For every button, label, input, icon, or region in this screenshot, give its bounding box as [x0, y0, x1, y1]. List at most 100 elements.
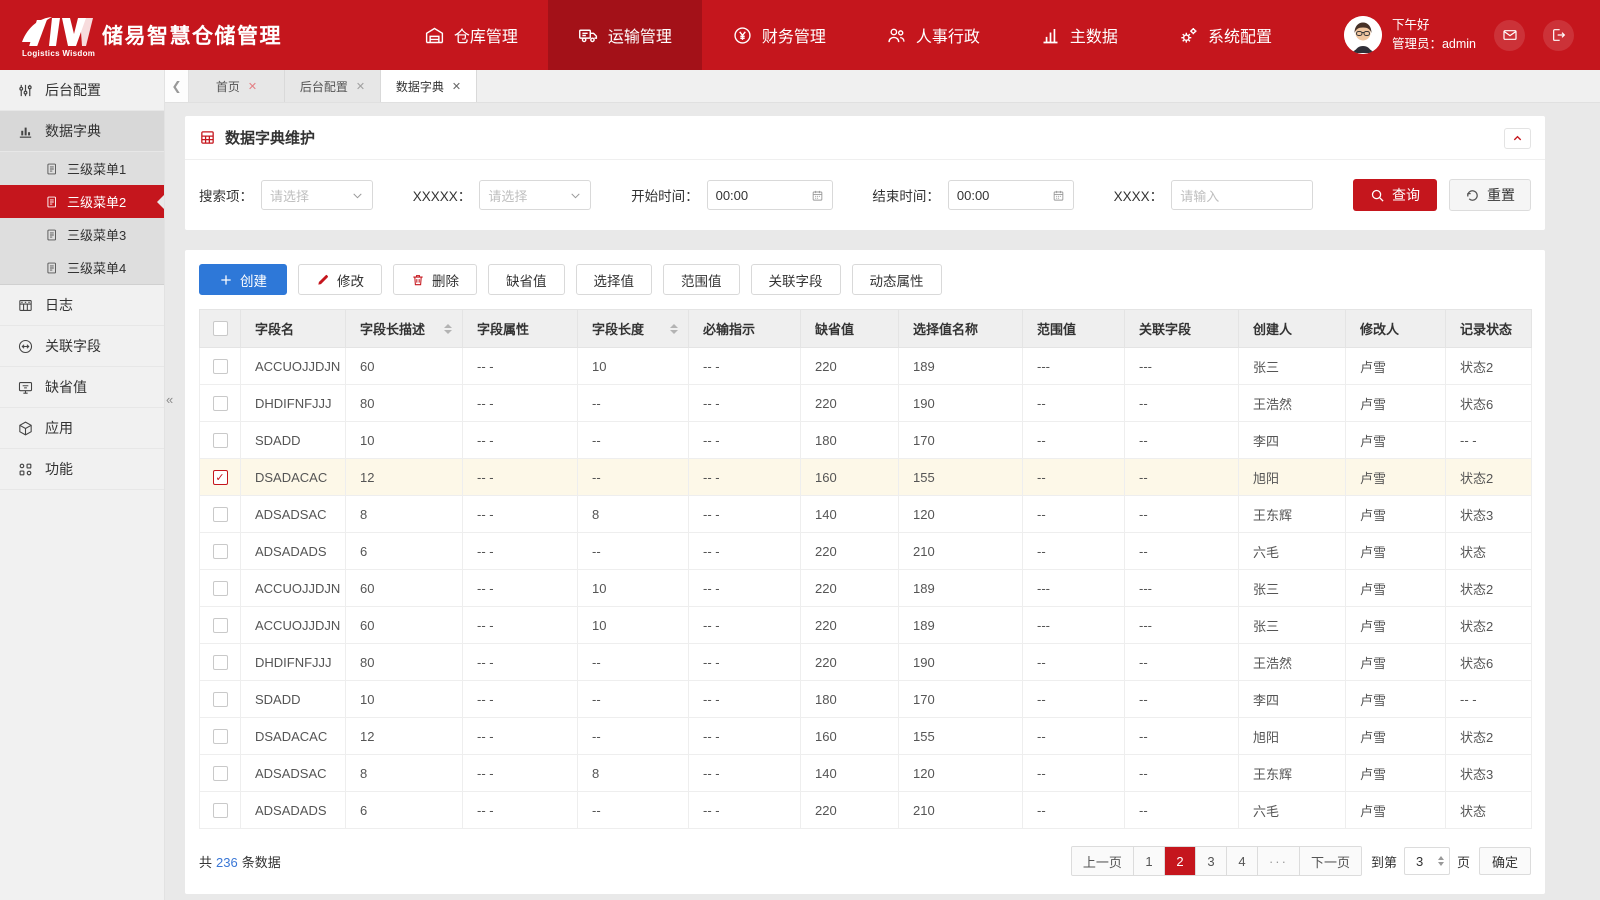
user-area: 下午好 管理员：admin	[1302, 16, 1600, 54]
reset-button[interactable]: 重置	[1448, 179, 1531, 211]
tab-close-icon[interactable]: ✕	[248, 80, 257, 93]
sidebar-item-6[interactable]: 应用	[0, 408, 164, 449]
query-button[interactable]: 查询	[1352, 179, 1437, 211]
page-number-4[interactable]: 4	[1225, 847, 1257, 875]
row-checkbox[interactable]	[212, 803, 228, 819]
toolbar-button-4[interactable]: 缺省值	[488, 264, 565, 295]
table-cell: DHDIFNFJJJ	[240, 384, 346, 422]
time-input[interactable]: 00:00	[947, 180, 1074, 210]
row-checkbox[interactable]	[212, 544, 228, 560]
column-header-5[interactable]: 字段长度	[577, 309, 689, 348]
nav-item-6[interactable]: 系统配置	[1148, 0, 1302, 70]
table-cell: 状态2	[1445, 347, 1532, 385]
sidebar-subitem-4[interactable]: 三级菜单4	[0, 251, 164, 284]
row-checkbox-cell	[199, 606, 241, 644]
toolbar-button-6[interactable]: 范围值	[663, 264, 740, 295]
toolbar-button-1[interactable]: 创建	[199, 264, 287, 295]
sidebar-subitem-1[interactable]: 三级菜单1	[0, 152, 164, 185]
table-row-6[interactable]: ADSADADS 6 -- - -- -- -220 210 -- -- 六毛 卢雪 状态	[199, 532, 1532, 570]
confirm-page-button[interactable]: 确定	[1478, 847, 1531, 875]
table-cell: -- -	[462, 643, 578, 681]
toolbar-button-2[interactable]: 修改	[298, 264, 382, 295]
table-row-3[interactable]: SDADD 10 -- - -- -- -180 170 -- -- 李四 卢雪 -- -	[199, 421, 1532, 459]
tab-2[interactable]: 后台配置 ✕	[285, 70, 381, 102]
sidebar-item-1[interactable]: 后台配置	[0, 70, 164, 111]
row-checkbox[interactable]	[212, 618, 228, 634]
sidebar-item-4[interactable]: 关联字段	[0, 326, 164, 367]
column-label: 字段属性	[477, 322, 530, 337]
sidebar-subitem-3[interactable]: 三级菜单3	[0, 218, 164, 251]
time-input[interactable]: 00:00	[706, 180, 833, 210]
panel-collapse-button[interactable]	[1504, 128, 1531, 149]
nav-item-5[interactable]: 主数据	[1010, 0, 1148, 70]
table-row-7[interactable]: ACCUOJJDJN 60 -- -10 -- -220 189 --- --- 张三 卢雪 状态…	[199, 569, 1532, 607]
table-row-2[interactable]: DHDIFNFJJJ 80 -- - -- -- -220 190 -- -- 王浩然 卢雪 状态6	[199, 384, 1532, 422]
page-number-1[interactable]: 1	[1132, 847, 1164, 875]
nav-item-4[interactable]: 人事行政	[856, 0, 1010, 70]
prev-page-button[interactable]: 上一页	[1071, 847, 1133, 875]
table-row-9[interactable]: DHDIFNFJJJ 80 -- - -- -- -220 190 -- -- 王浩然 卢雪 状态6	[199, 643, 1532, 681]
nav-item-2[interactable]: 运输管理	[547, 0, 702, 70]
table-row-13[interactable]: ADSADADS 6 -- - -- -- -220 210 -- -- 六毛 卢雪 状态	[199, 791, 1532, 829]
page-number-2[interactable]: 2	[1163, 847, 1195, 875]
table-row-8[interactable]: ACCUOJJDJN 60 -- -10 -- -220 189 --- --- 张三 卢雪 状态…	[199, 606, 1532, 644]
select-all-checkbox[interactable]	[212, 321, 228, 336]
sidebar-item-3[interactable]: 日志	[0, 285, 164, 326]
nav-item-3[interactable]: 财务管理	[702, 0, 856, 70]
row-checkbox[interactable]	[212, 507, 228, 523]
table-row-5[interactable]: ADSADSAC 8 -- -8 -- -140 120 -- -- 王东辉 卢雪 状态3	[199, 495, 1532, 533]
tab-close-icon[interactable]: ✕	[356, 80, 365, 93]
column-header-3[interactable]: 字段长描述	[345, 309, 463, 348]
page-number-3[interactable]: 3	[1194, 847, 1226, 875]
sidebar-subitem-2[interactable]: 三级菜单2	[0, 185, 164, 218]
tab-3[interactable]: 数据字典 ✕	[381, 70, 477, 102]
stepper-icon[interactable]	[1437, 856, 1444, 866]
tab-1[interactable]: 首页 ✕	[189, 70, 285, 102]
sort-icon[interactable]	[670, 323, 678, 334]
row-checkbox[interactable]	[212, 729, 228, 745]
nav-item-1[interactable]: 仓库管理	[394, 0, 548, 70]
row-checkbox[interactable]	[212, 433, 228, 449]
sidebar-collapse-handle[interactable]: «	[166, 392, 173, 407]
text-input[interactable]: 请输入	[1171, 180, 1314, 210]
sidebar-item-2[interactable]: 数据字典	[0, 111, 164, 152]
toolbar-button-7[interactable]: 关联字段	[750, 264, 841, 295]
table-cell: 220	[800, 791, 899, 829]
avatar[interactable]	[1343, 16, 1382, 54]
row-checkbox[interactable]	[212, 581, 228, 597]
toolbar-button-3[interactable]: 删除	[393, 264, 477, 295]
table-cell: DHDIFNFJJJ	[240, 643, 346, 681]
logout-icon[interactable]	[1543, 19, 1574, 51]
sort-icon[interactable]	[444, 323, 452, 334]
table-cell: --	[577, 643, 689, 681]
table-row-4[interactable]: ✓ DSADACAC 12 -- - -- -- -160 155 -- -- 旭阳 卢雪 状态2	[199, 458, 1532, 496]
goto-page-input[interactable]: 3	[1403, 847, 1450, 875]
sidebar-item-5[interactable]: 缺省值	[0, 367, 164, 408]
tab-scroll-left-icon[interactable]: ❮	[165, 70, 189, 102]
sidebar-item-7[interactable]: 功能	[0, 449, 164, 490]
table-cell: 190	[898, 384, 1023, 422]
mail-icon[interactable]	[1494, 19, 1525, 51]
row-checkbox[interactable]	[212, 359, 228, 375]
table-row-11[interactable]: DSADACAC 12 -- - -- -- -160 155 -- -- 旭阳 卢雪 状态2	[199, 717, 1532, 755]
table-row-12[interactable]: ADSADSAC 8 -- -8 -- -140 120 -- -- 王东辉 卢雪 状态3	[199, 754, 1532, 792]
filter-select[interactable]: 请选择	[261, 180, 373, 210]
row-checkbox[interactable]	[212, 396, 228, 412]
row-checkbox[interactable]	[212, 692, 228, 708]
doc-icon	[45, 228, 59, 242]
table-row-10[interactable]: SDADD 10 -- - -- -- -180 170 -- -- 李四 卢雪 -- -	[199, 680, 1532, 718]
table-cell: -- -	[688, 347, 801, 385]
toolbar-button-8[interactable]: 动态属性	[851, 264, 942, 295]
row-checkbox[interactable]: ✓	[212, 470, 228, 486]
table-cell: 状态2	[1445, 569, 1532, 607]
table-cell: 220	[800, 606, 899, 644]
table-row-1[interactable]: ACCUOJJDJN 60 -- -10 -- -220 189 --- --- 张三 卢雪 状态…	[199, 347, 1532, 385]
next-page-button[interactable]: 下一页	[1298, 847, 1361, 875]
column-header-1	[199, 309, 241, 348]
page-ellipsis[interactable]: ···	[1256, 847, 1299, 875]
row-checkbox[interactable]	[212, 766, 228, 782]
toolbar-button-5[interactable]: 选择值	[575, 264, 652, 295]
tab-close-icon[interactable]: ✕	[452, 80, 461, 93]
filter-select[interactable]: 请选择	[479, 180, 592, 210]
row-checkbox[interactable]	[212, 655, 228, 671]
